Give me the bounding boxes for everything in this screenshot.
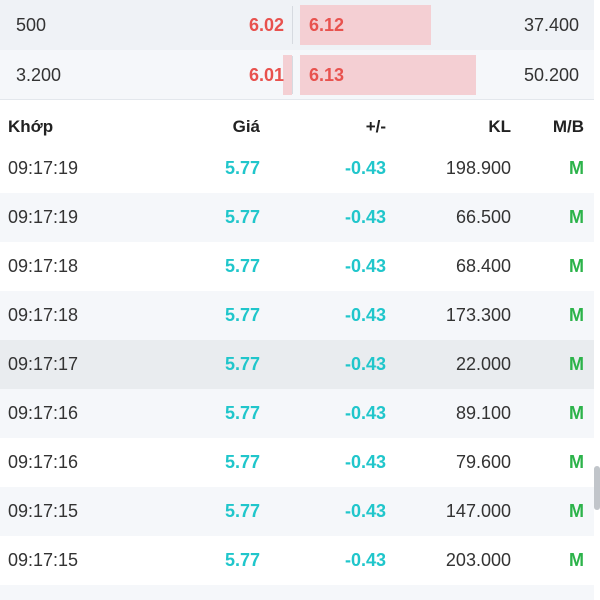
ask-price[interactable]: 6.13	[309, 50, 344, 100]
trade-price: 5.77	[224, 207, 260, 227]
trade-price: 5.77	[224, 158, 260, 178]
stock-trading-panel: 500 6.02 6.12 37.400 3.200 6.01 6.13 50.…	[0, 0, 600, 600]
order-book-divider	[292, 6, 293, 44]
order-book-row[interactable]: 500 6.02 6.12 37.400	[0, 0, 594, 50]
trade-time: 09:17:15	[8, 501, 79, 521]
order-book-row[interactable]: 3.200 6.01 6.13 50.200	[0, 50, 594, 100]
trade-volume: 203.000	[445, 550, 511, 570]
trade-price: 5.77	[224, 354, 260, 374]
trade-time: 09:17:17	[8, 354, 79, 374]
trade-time: 09:17:19	[8, 158, 79, 178]
trade-row[interactable]: 09:17:17 5.77 -0.43 22.000 M	[0, 340, 594, 389]
trade-change: -0.43	[344, 354, 386, 374]
trade-row[interactable]: 09:17:19 5.77 -0.43 198.900 M	[0, 144, 594, 193]
trade-time: 09:17:16	[8, 403, 79, 423]
trade-volume: 173.300	[445, 305, 511, 325]
bid-volume: 500	[16, 15, 47, 35]
trade-time: 09:17:15	[8, 550, 79, 570]
trade-side: M	[569, 354, 584, 374]
ask-volume: 50.200	[523, 65, 579, 85]
trade-time: 09:17:16	[8, 452, 79, 472]
trade-side: M	[569, 452, 584, 472]
scrollbar-thumb[interactable]	[594, 466, 600, 510]
trade-volume: 68.400	[455, 256, 511, 276]
bid-depth-bar	[283, 55, 292, 95]
trade-row[interactable]: 09:17:18 5.77 -0.43 173.300 M	[0, 291, 594, 340]
ask-price[interactable]: 6.12	[309, 0, 344, 50]
trade-time: 09:17:18	[8, 256, 79, 276]
trade-volume: 22.000	[455, 354, 511, 374]
trade-time: 09:17:18	[8, 305, 79, 325]
bid-volume: 3.200	[16, 65, 62, 85]
trade-change: -0.43	[344, 501, 386, 521]
trade-row[interactable]: 09:17:16 5.77 -0.43 79.600 M	[0, 438, 594, 487]
bid-price[interactable]: 6.02	[249, 0, 284, 50]
trade-side: M	[569, 501, 584, 521]
trade-side: M	[569, 207, 584, 227]
ask-volume: 37.400	[523, 15, 579, 35]
trade-side: M	[569, 256, 584, 276]
trade-side: M	[569, 305, 584, 325]
trade-row[interactable]: 09:17:16 5.77 -0.43 89.100 M	[0, 389, 594, 438]
trade-change: -0.43	[344, 158, 386, 178]
vertical-scrollbar[interactable]	[594, 0, 600, 600]
bid-price[interactable]: 6.01	[249, 50, 284, 100]
trade-price: 5.77	[224, 452, 260, 472]
trade-price: 5.77	[224, 305, 260, 325]
trade-side: M	[569, 550, 584, 570]
trades-table-header: Khớp Giá +/- KL M/B	[0, 100, 594, 148]
trade-change: -0.43	[344, 550, 386, 570]
trade-price: 5.77	[224, 256, 260, 276]
trade-price: 5.77	[224, 501, 260, 521]
trade-price: 5.77	[224, 403, 260, 423]
trade-volume: 147.000	[445, 501, 511, 521]
trade-row[interactable]: 09:17:19 5.77 -0.43 66.500 M	[0, 193, 594, 242]
trade-volume: 79.600	[455, 452, 511, 472]
trade-time: 09:17:19	[8, 207, 79, 227]
trade-side: M	[569, 158, 584, 178]
trade-change: -0.43	[344, 452, 386, 472]
trade-row[interactable]: 09:17:15 5.77 -0.43 203.000 M	[0, 536, 594, 585]
trade-side: M	[569, 403, 584, 423]
trade-change: -0.43	[344, 305, 386, 325]
trade-row[interactable]: 09:17:15 5.77 -0.43 147.000 M	[0, 487, 594, 536]
trade-price: 5.77	[224, 550, 260, 570]
trade-change: -0.43	[344, 256, 386, 276]
order-book-divider	[292, 56, 293, 94]
trade-row[interactable]: 09:17:18 5.77 -0.43 68.400 M	[0, 242, 594, 291]
trade-volume: 198.900	[445, 158, 511, 178]
trade-volume: 89.100	[455, 403, 511, 423]
trade-volume: 66.500	[455, 207, 511, 227]
trade-row	[0, 585, 594, 600]
trade-change: -0.43	[344, 403, 386, 423]
trade-change: -0.43	[344, 207, 386, 227]
